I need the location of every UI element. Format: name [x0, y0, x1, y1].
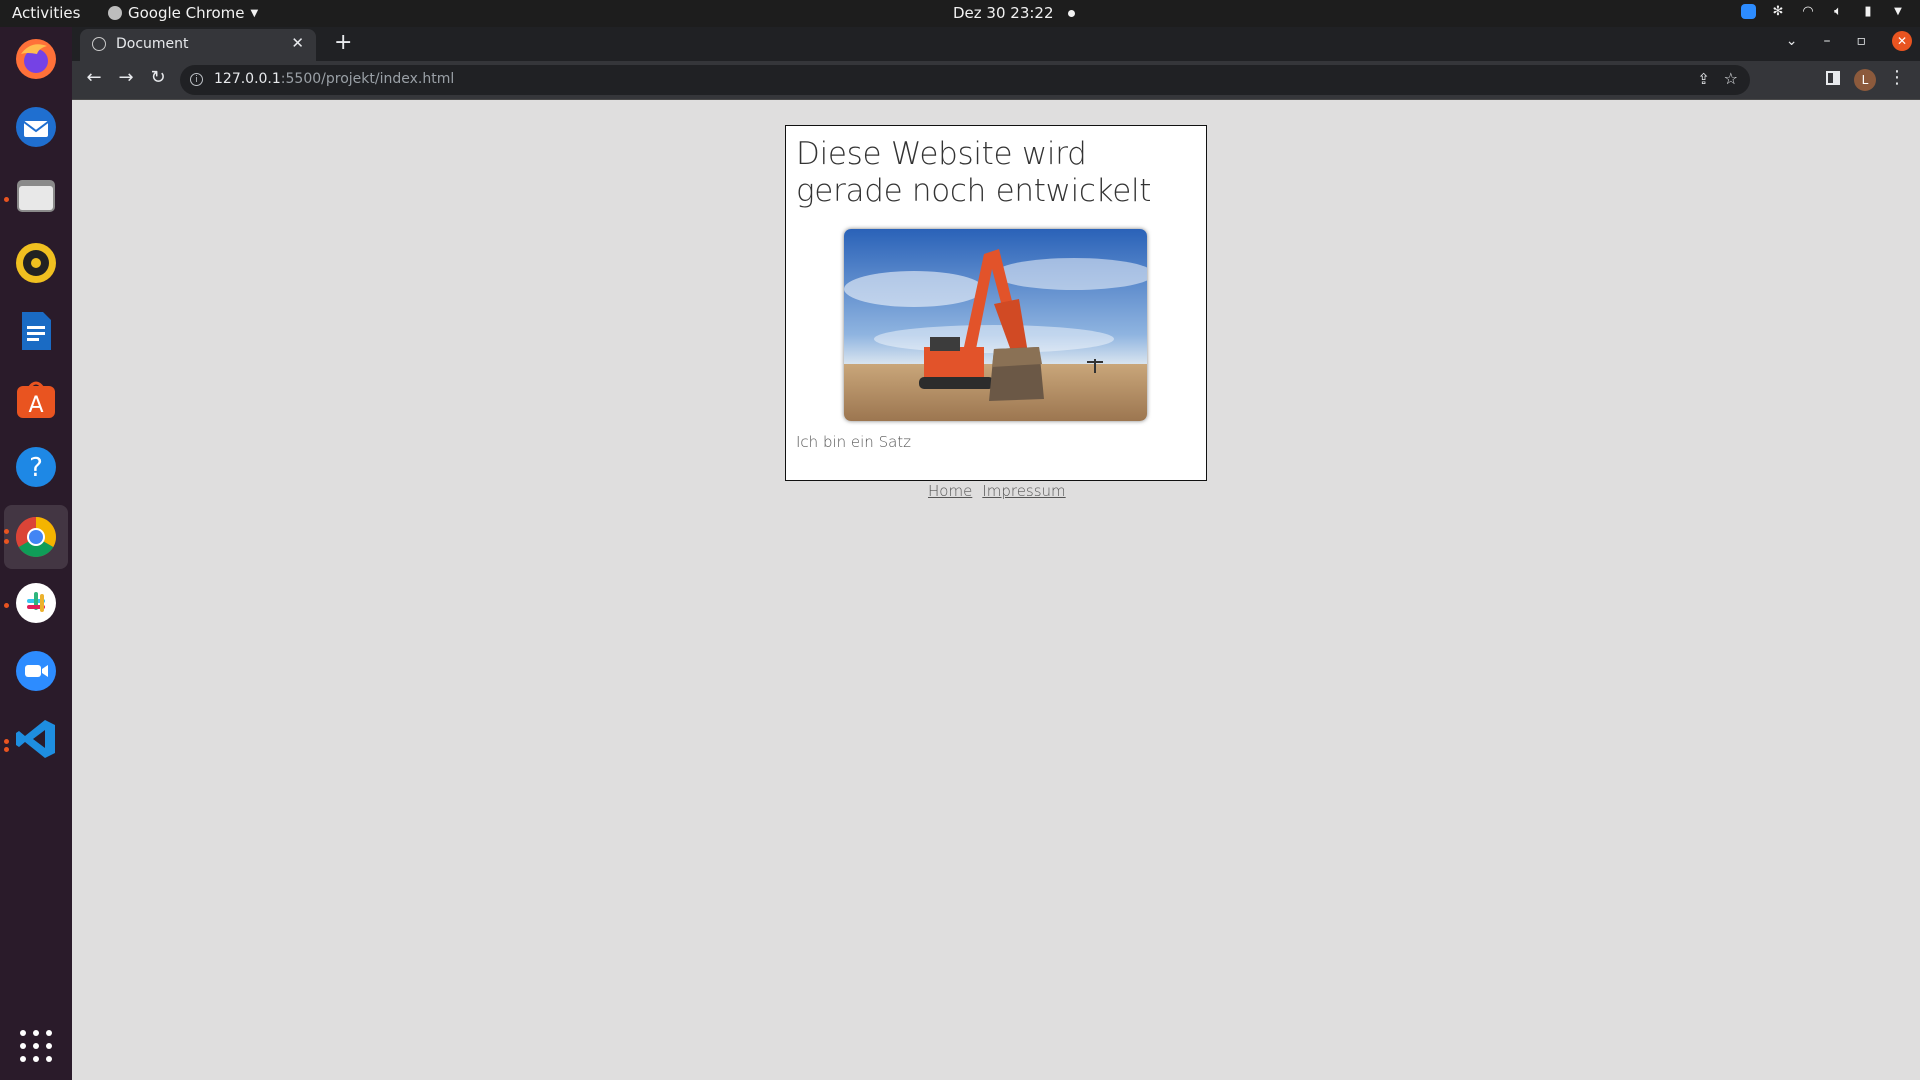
files-icon[interactable] [12, 171, 60, 219]
footer-nav: Home Impressum [928, 482, 1066, 500]
caret-down-icon: ▼ [250, 7, 259, 19]
svg-text:?: ? [29, 453, 43, 483]
address-bar[interactable]: i 127.0.0.1:5500/projekt/index.html ⇪ ☆ [180, 65, 1750, 95]
clock[interactable]: Dez 30 23:22 [953, 4, 1075, 22]
app-menu-label: Google Chrome [128, 4, 245, 22]
running-indicator [4, 197, 9, 202]
tab-search-icon[interactable]: ⌄ [1786, 33, 1798, 49]
url-text: 127.0.0.1:5500/projekt/index.html [214, 71, 454, 87]
writer-icon[interactable] [12, 307, 60, 355]
profile-avatar[interactable]: L [1854, 69, 1876, 91]
system-top-bar: Activities Google Chrome ▼ Dez 30 23:22 … [0, 0, 1920, 27]
volume-icon[interactable]: 🔈︎ [1830, 4, 1846, 19]
close-window-button[interactable]: ✕ [1892, 31, 1912, 51]
chrome-menu-icon[interactable]: ⋮ [1888, 67, 1906, 88]
url-host: 127.0.0.1 [214, 71, 281, 87]
app-menu[interactable]: Google Chrome ▼ [108, 4, 258, 22]
url-path: :5500/projekt/index.html [280, 71, 455, 87]
page-heading: Diese Website wird gerade noch entwickel… [796, 136, 1152, 209]
tab-strip: Document ✕ + ⌄ – ▫ ✕ [72, 27, 1920, 61]
tab-document[interactable]: Document ✕ [80, 29, 316, 61]
notification-dot-icon [1067, 9, 1075, 17]
wifi-icon[interactable]: ◠ [1800, 4, 1816, 19]
chrome-mini-icon [108, 6, 122, 20]
tab-title: Document [116, 36, 189, 52]
running-indicator [4, 739, 9, 744]
svg-text:A: A [28, 393, 43, 418]
battery-icon[interactable]: ▮ [1860, 4, 1876, 19]
running-indicator [4, 747, 9, 752]
system-menu-caret-icon[interactable]: ▼ [1890, 6, 1906, 17]
zoom-icon[interactable] [12, 647, 60, 695]
activities-button[interactable]: Activities [12, 4, 80, 22]
site-info-icon[interactable]: i [190, 73, 203, 86]
running-indicator [4, 603, 9, 608]
share-icon[interactable]: ⇪ [1697, 70, 1710, 88]
excavator-photo [844, 229, 1147, 421]
firefox-icon[interactable] [12, 35, 60, 83]
forward-button[interactable]: → [114, 67, 138, 88]
content-card: Diese Website wird gerade noch entwickel… [785, 125, 1207, 481]
side-panel-icon[interactable] [1826, 71, 1840, 85]
clock-label: Dez 30 23:22 [953, 4, 1054, 22]
nav-link-home[interactable]: Home [928, 482, 972, 500]
browser-toolbar: ← → ↻ i 127.0.0.1:5500/projekt/index.htm… [72, 61, 1920, 100]
back-button[interactable]: ← [82, 67, 106, 88]
show-applications-icon[interactable] [20, 1030, 52, 1062]
dock: A ? [0, 27, 72, 1080]
globe-icon [92, 37, 106, 51]
window-controls: ⌄ – ▫ ✕ [1786, 31, 1912, 51]
rhythmbox-icon[interactable] [12, 239, 60, 287]
close-tab-icon[interactable]: ✕ [291, 34, 304, 52]
running-indicator [4, 539, 9, 544]
system-tray[interactable]: ✻ ◠ 🔈︎ ▮ ▼ [1741, 4, 1906, 19]
running-indicator [4, 529, 9, 534]
thunderbird-icon[interactable] [12, 103, 60, 151]
new-tab-button[interactable]: + [334, 30, 352, 55]
chrome-icon[interactable] [4, 505, 68, 569]
slack-icon[interactable] [12, 579, 60, 627]
minimize-button[interactable]: – [1824, 33, 1831, 49]
nav-link-impressum[interactable]: Impressum [982, 482, 1065, 500]
page-viewport: Diese Website wird gerade noch entwickel… [72, 100, 1920, 1080]
maximize-button[interactable]: ▫ [1857, 33, 1867, 49]
app-center-icon[interactable]: A [12, 375, 60, 423]
bookmark-star-icon[interactable]: ☆ [1724, 69, 1738, 88]
help-icon[interactable]: ? [12, 443, 60, 491]
slack-tray-icon[interactable]: ✻ [1770, 4, 1786, 19]
vscode-icon[interactable] [12, 715, 60, 763]
zoom-tray-icon[interactable] [1741, 4, 1756, 19]
body-sentence: Ich bin ein Satz [796, 433, 912, 451]
reload-button[interactable]: ↻ [146, 67, 170, 88]
